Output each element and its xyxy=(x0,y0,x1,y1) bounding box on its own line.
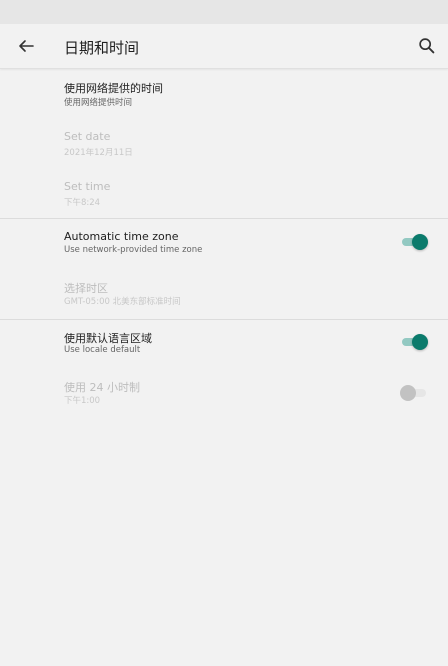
auto-timezone-item[interactable]: Automatic time zone Use network-provided… xyxy=(0,219,448,269)
auto-timezone-toggle[interactable] xyxy=(400,234,428,250)
use-24h-toggle[interactable] xyxy=(400,385,428,401)
locale-default-summary: Use locale default xyxy=(64,345,141,355)
select-timezone-title: 选择时区 xyxy=(64,282,108,295)
locale-default-toggle[interactable] xyxy=(400,334,428,350)
set-time-summary: 下午8:24 xyxy=(64,198,101,208)
network-time-title: 使用网络提供的时间 xyxy=(64,82,163,95)
toggle-thumb xyxy=(400,385,416,401)
set-date-item[interactable]: Set date 2021年12月11日 xyxy=(0,120,448,170)
network-time-summary: 使用网络提供时间 xyxy=(64,98,133,108)
set-time-title: Set time xyxy=(64,180,111,193)
toggle-thumb xyxy=(412,334,428,350)
status-bar xyxy=(0,0,448,24)
auto-timezone-title: Automatic time zone xyxy=(64,230,179,243)
use-24h-summary: 下午1:00 xyxy=(64,396,101,406)
set-date-title: Set date xyxy=(64,130,111,143)
locale-default-item[interactable]: 使用默认语言区域 Use locale default xyxy=(0,320,448,368)
search-icon[interactable] xyxy=(416,35,438,57)
app-bar: 日期和时间 xyxy=(0,24,448,69)
use-24h-title: 使用 24 小时制 xyxy=(64,381,140,394)
set-date-summary: 2021年12月11日 xyxy=(64,148,133,158)
use-24h-item[interactable]: 使用 24 小时制 下午1:00 xyxy=(0,368,448,418)
page-title: 日期和时间 xyxy=(64,39,140,57)
back-arrow-icon[interactable] xyxy=(14,34,38,58)
select-timezone-summary: GMT-05:00 北美东部标准时间 xyxy=(64,297,181,307)
select-timezone-item[interactable]: 选择时区 GMT-05:00 北美东部标准时间 xyxy=(0,269,448,319)
auto-timezone-summary: Use network-provided time zone xyxy=(64,245,203,255)
toggle-thumb xyxy=(412,234,428,250)
network-time-item[interactable]: 使用网络提供的时间 使用网络提供时间 xyxy=(0,72,448,120)
set-time-item[interactable]: Set time 下午8:24 xyxy=(0,170,448,218)
locale-default-title: 使用默认语言区域 xyxy=(64,332,152,345)
